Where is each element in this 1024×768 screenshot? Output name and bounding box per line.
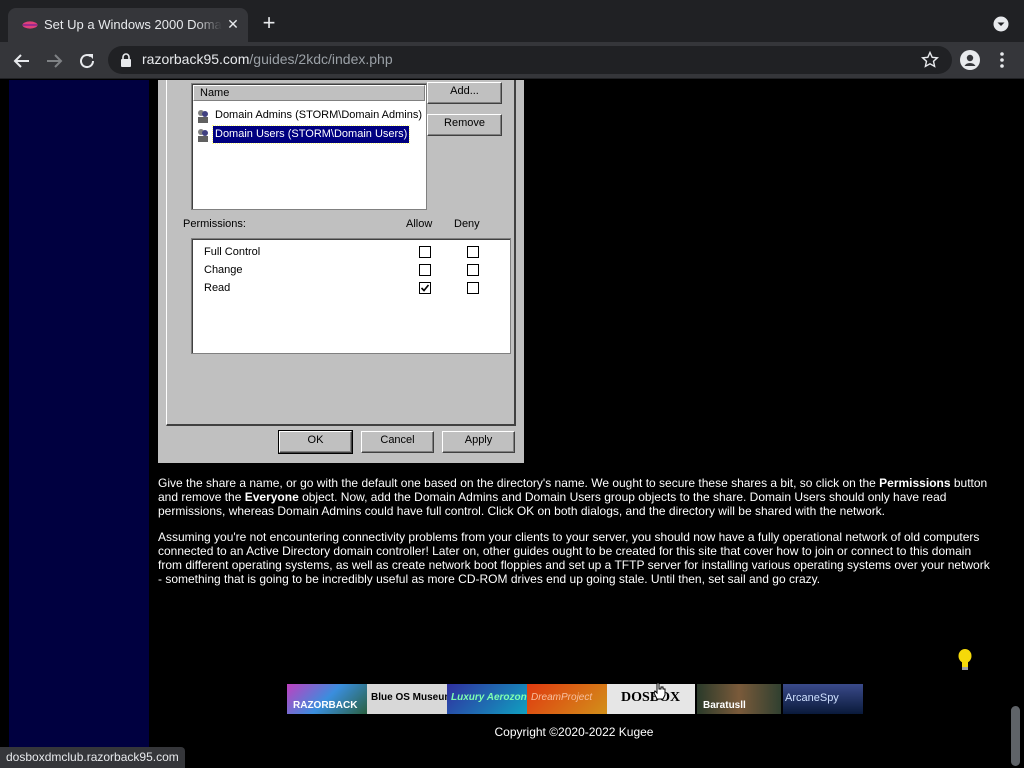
share-permissions-screenshot: Name Domain Admins (STORM\Domain Admins)… [158, 80, 524, 463]
dialog-panel: Name Domain Admins (STORM\Domain Admins)… [166, 80, 516, 426]
scrollbar-thumb[interactable] [1011, 706, 1020, 766]
list-item-selected: Domain Users (STORM\Domain Users) [195, 125, 425, 144]
new-tab-button[interactable]: + [258, 12, 280, 35]
member-name: Domain Admins (STORM\Domain Admins) [215, 109, 423, 121]
user-group-icon [198, 129, 208, 142]
allow-checkbox [419, 264, 431, 276]
banner-dosbox[interactable]: DOSBOX [607, 684, 695, 714]
deny-checkbox [467, 246, 479, 258]
url-path: /guides/2kdc/index.php [249, 51, 393, 67]
permission-name: Full Control [204, 246, 261, 258]
url-host: razorback95.com [142, 51, 250, 67]
permission-name: Change [204, 264, 243, 276]
browser-toolbar: razorback95.com/guides/2kdc/index.php [0, 42, 1024, 79]
apply-button: Apply [442, 431, 515, 453]
remove-button: Remove [427, 114, 502, 136]
hand-cursor-icon [653, 682, 666, 700]
razorback-favicon-icon [22, 21, 38, 29]
permission-name: Read [204, 282, 231, 294]
permissions-list: Full Control Change Read [191, 238, 511, 354]
members-listbox: Name Domain Admins (STORM\Domain Admins)… [191, 83, 427, 210]
article-paragraph-1: Give the share a name, or go with the de… [158, 476, 988, 518]
cancel-button: Cancel [361, 431, 434, 453]
allow-checkbox [419, 246, 431, 258]
tab-search-icon[interactable] [993, 16, 1009, 32]
tab-title: Set Up a Windows 2000 Domain Controller [44, 17, 222, 32]
lock-icon[interactable] [120, 53, 132, 67]
lightbulb-icon[interactable] [957, 648, 973, 672]
banner-arcanespy[interactable]: ArcaneSpy [783, 684, 863, 714]
allow-checkbox [419, 282, 431, 294]
permissions-label: Permissions: [183, 218, 246, 230]
url-text[interactable]: razorback95.com/guides/2kdc/index.php [142, 51, 393, 67]
deny-column-label: Deny [454, 218, 480, 230]
list-item: Domain Admins (STORM\Domain Admins) [195, 107, 425, 124]
banner-baratusll[interactable]: Baratusll [697, 684, 781, 714]
page-scrollbar[interactable] [1009, 80, 1024, 768]
dialog-buttons: OK Cancel Apply [158, 429, 524, 459]
address-bar[interactable]: razorback95.com/guides/2kdc/index.php [108, 46, 952, 74]
forward-arrow-icon[interactable] [44, 51, 64, 71]
checkmark-icon [420, 284, 430, 292]
add-button: Add... [427, 82, 502, 104]
bold-permissions: Permissions [879, 476, 951, 490]
banner-razorback[interactable]: RAZORBACK [287, 684, 367, 714]
reload-icon[interactable] [77, 51, 97, 71]
profile-avatar-icon[interactable] [960, 50, 980, 70]
tab-strip: Set Up a Windows 2000 Domain Controller … [0, 0, 1024, 42]
deny-checkbox [467, 282, 479, 294]
bookmark-star-icon[interactable] [921, 51, 939, 69]
banner-blue-os-museum[interactable]: Blue OS Museum [367, 684, 447, 714]
back-arrow-icon[interactable] [12, 51, 32, 71]
webring-banners: RAZORBACK Blue OS Museum Luxury Aerozone… [287, 684, 863, 714]
left-sidebar [9, 80, 149, 768]
banner-aerozone[interactable]: Luxury Aerozone.net [447, 684, 527, 714]
tab-close-icon[interactable]: ✕ [224, 15, 242, 33]
browser-tab[interactable]: Set Up a Windows 2000 Domain Controller … [8, 8, 248, 42]
ok-button: OK [278, 430, 353, 454]
web-page: Name Domain Admins (STORM\Domain Admins)… [0, 80, 1024, 768]
banner-dreamproject[interactable]: DreamProject [527, 684, 607, 714]
member-name: Domain Users (STORM\Domain Users) [211, 125, 411, 144]
menu-kebab-icon[interactable] [995, 50, 1009, 70]
article-paragraph-2: Assuming you're not encountering connect… [158, 530, 990, 586]
user-group-icon [198, 110, 208, 123]
bold-everyone: Everyone [244, 490, 299, 504]
allow-column-label: Allow [406, 218, 433, 230]
deny-checkbox [467, 264, 479, 276]
status-bar-url: dosboxdmclub.razorback95.com [0, 747, 185, 768]
list-header-name: Name [193, 85, 425, 101]
copyright-text: Copyright ©2020-2022 Kugee [494, 725, 654, 739]
